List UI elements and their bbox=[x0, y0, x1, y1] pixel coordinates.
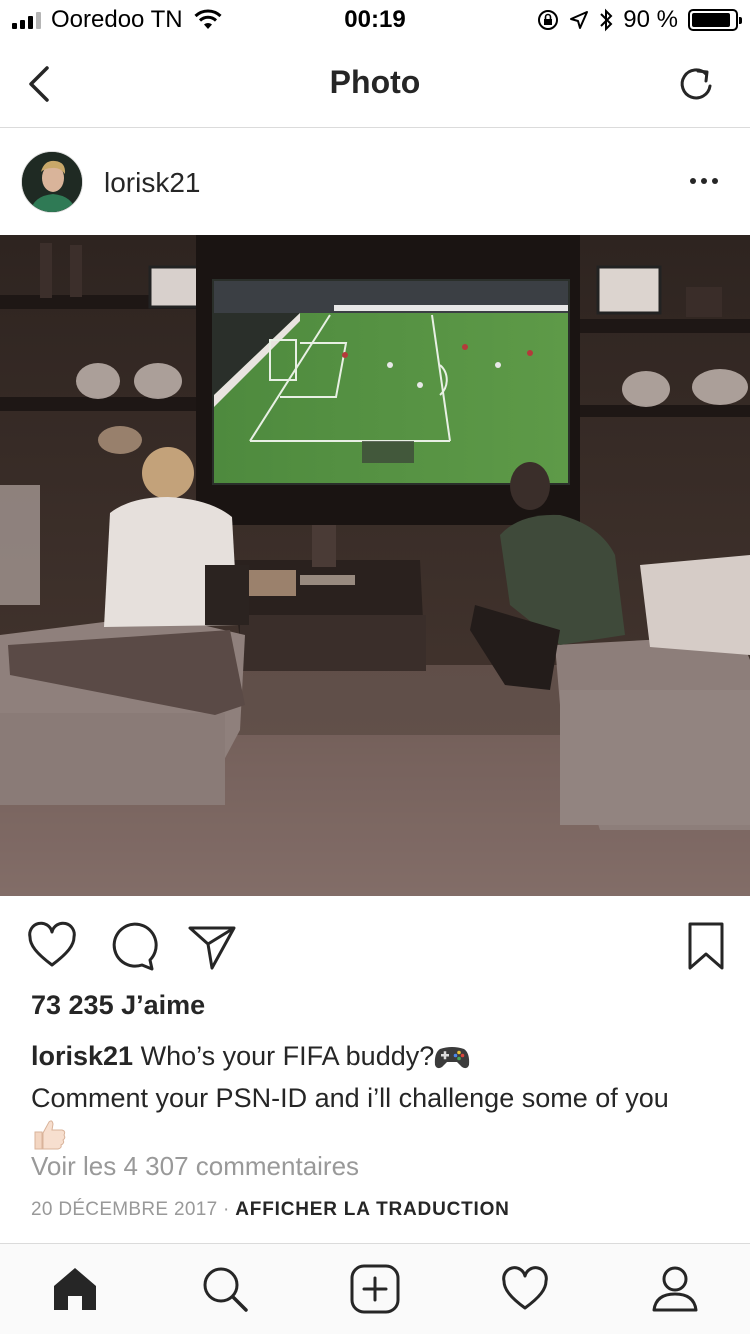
post-header: lorisk21 bbox=[0, 129, 750, 235]
bluetooth-icon bbox=[600, 8, 613, 32]
avatar[interactable] bbox=[21, 151, 83, 213]
post-date: 20 DÉCEMBRE 2017 bbox=[31, 1199, 218, 1220]
location-icon bbox=[570, 11, 589, 29]
more-options-icon[interactable] bbox=[690, 173, 720, 189]
like-count[interactable]: 73 235 J’aime bbox=[31, 990, 205, 1021]
battery-icon bbox=[688, 9, 742, 31]
post-username[interactable]: lorisk21 bbox=[104, 167, 200, 199]
meta-separator: · bbox=[223, 1199, 230, 1220]
search-icon[interactable] bbox=[200, 1264, 250, 1314]
post-actions bbox=[0, 912, 750, 982]
bottom-tab-bar bbox=[0, 1243, 750, 1334]
post-meta: 20 DÉCEMBRE 2017 · AFFICHER LA TRADUCTIO… bbox=[31, 1199, 510, 1221]
caption-text-line1: Who’s your FIFA buddy? bbox=[140, 1041, 435, 1071]
bookmark-icon[interactable] bbox=[680, 920, 732, 972]
profile-icon[interactable] bbox=[650, 1264, 700, 1314]
caption-text-line2: Comment your PSN-ID and i’ll challenge s… bbox=[31, 1083, 669, 1113]
share-send-icon[interactable] bbox=[186, 920, 238, 972]
navigation-bar: Photo bbox=[0, 40, 750, 128]
caption-username[interactable]: lorisk21 bbox=[31, 1041, 133, 1071]
refresh-icon[interactable] bbox=[676, 62, 716, 106]
status-bar: Ooredoo TN 00:19 90 % bbox=[0, 0, 750, 40]
post-photo[interactable] bbox=[0, 235, 750, 896]
show-translation-link[interactable]: AFFICHER LA TRADUCTION bbox=[235, 1199, 509, 1220]
like-heart-icon[interactable] bbox=[26, 920, 78, 972]
rotation-lock-icon bbox=[538, 10, 559, 30]
status-right: 90 % bbox=[537, 6, 742, 34]
add-post-icon[interactable] bbox=[350, 1264, 400, 1314]
view-all-comments-link[interactable]: Voir les 4 307 commentaires bbox=[31, 1151, 359, 1182]
page-title: Photo bbox=[329, 64, 421, 100]
game-controller-icon bbox=[434, 1043, 470, 1080]
battery-percent: 90 % bbox=[623, 6, 678, 33]
activity-heart-icon[interactable] bbox=[500, 1264, 550, 1314]
home-icon[interactable] bbox=[50, 1264, 100, 1314]
post-caption: lorisk21 Who’s your FIFA buddy? Comment … bbox=[31, 1038, 731, 1161]
comment-bubble-icon[interactable] bbox=[106, 920, 158, 972]
